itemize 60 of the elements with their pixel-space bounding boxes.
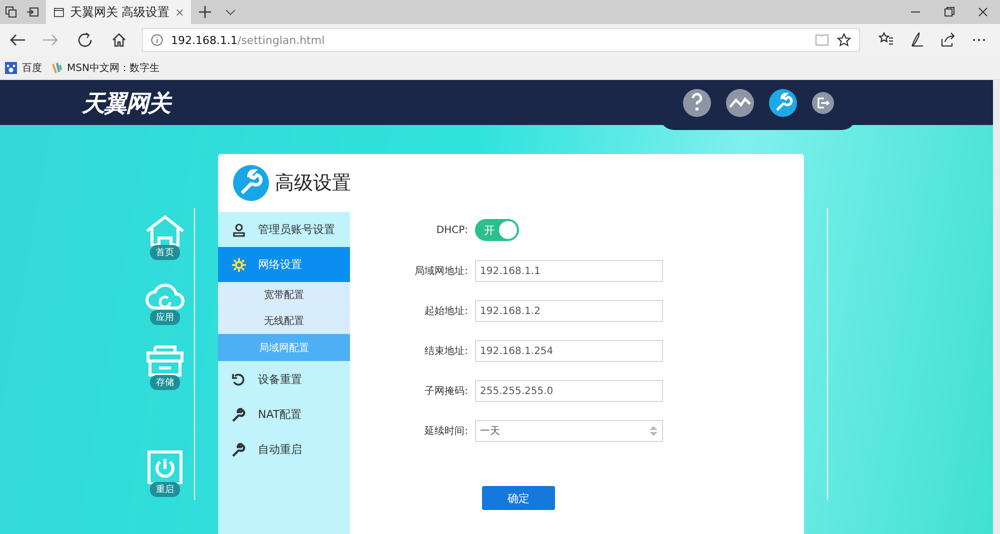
user-icon	[232, 222, 246, 236]
field-label: 子网掩码:	[424, 385, 469, 398]
select-field[interactable]: 一天	[475, 420, 663, 442]
wrench-icon	[232, 442, 246, 456]
tabs-icon[interactable]	[5, 6, 17, 18]
close-icon[interactable]	[176, 8, 183, 16]
logout-icon[interactable]	[812, 92, 834, 114]
submenu-item[interactable]: 宽带配置	[218, 282, 350, 307]
home-icon[interactable]	[111, 32, 127, 48]
submenu-item[interactable]: 无线配置	[218, 308, 350, 333]
star-icon[interactable]	[837, 33, 851, 47]
tab-title: 天翼网关 高级设置	[70, 4, 170, 20]
wrench-icon	[232, 408, 246, 422]
menu-item[interactable]: NAT配置	[218, 397, 350, 432]
gear-icon	[232, 258, 246, 272]
field-label: DHCP:	[435, 224, 469, 236]
back-icon[interactable]	[9, 32, 25, 48]
stepper-icon	[649, 425, 658, 437]
input-field[interactable]: 192.168.1.2	[475, 300, 663, 322]
wrench-icon	[233, 165, 269, 201]
chevron-down-icon[interactable]	[224, 8, 236, 16]
browser-tab[interactable]: 天翼网关 高级设置	[46, 0, 191, 24]
address-bar[interactable]: 192.168.1.1/settinglan.html	[142, 28, 860, 52]
side-nav-item[interactable]: 存储	[143, 343, 187, 390]
line-chart-icon[interactable]	[726, 89, 754, 117]
butterfly-icon	[52, 62, 62, 74]
close-icon[interactable]	[978, 7, 988, 17]
side-nav-item[interactable]: 应用	[143, 278, 187, 325]
favorite-link[interactable]: MSN中文网：数字生	[52, 60, 160, 74]
page-icon	[54, 6, 64, 18]
info-icon	[151, 34, 163, 46]
side-nav-item[interactable]: 重启	[143, 450, 187, 497]
favorite-link[interactable]: 百度	[5, 60, 42, 74]
logo: 天翼网关	[82, 90, 170, 119]
house-icon	[143, 213, 187, 247]
field-label: 局域网地址:	[414, 264, 469, 278]
menu-item[interactable]: 设备重置	[218, 362, 350, 397]
restore-icon[interactable]	[944, 7, 954, 17]
help-icon[interactable]	[682, 89, 710, 117]
menu-item[interactable]: 自动重启	[218, 432, 350, 467]
field-label: 起始地址:	[424, 304, 469, 318]
refresh-icon[interactable]	[77, 32, 93, 48]
side-nav-item[interactable]: 首页	[143, 213, 187, 260]
scrollbar[interactable]	[993, 80, 1000, 534]
pen-icon[interactable]	[908, 32, 924, 48]
url-text: 192.168.1.1/settinglan.html	[171, 34, 326, 46]
paw-icon	[5, 62, 17, 74]
field-label: 结束地址:	[424, 344, 469, 358]
input-field[interactable]: 255.255.255.0	[475, 380, 663, 402]
page-title: 高级设置	[275, 171, 351, 196]
share-icon[interactable]	[940, 32, 956, 48]
set-aside-tabs-icon[interactable]	[27, 6, 39, 18]
input-field[interactable]: 192.168.1.254	[475, 340, 663, 362]
input-field[interactable]: 192.168.1.1	[475, 260, 663, 282]
field-label: 延续时间:	[424, 424, 469, 438]
new-tab-icon[interactable]	[199, 6, 211, 18]
wrench-icon[interactable]	[768, 89, 796, 117]
menu-item[interactable]: 管理员账号设置	[218, 212, 350, 247]
undo-icon	[232, 372, 246, 386]
confirm-button[interactable]: 确定	[482, 486, 555, 510]
